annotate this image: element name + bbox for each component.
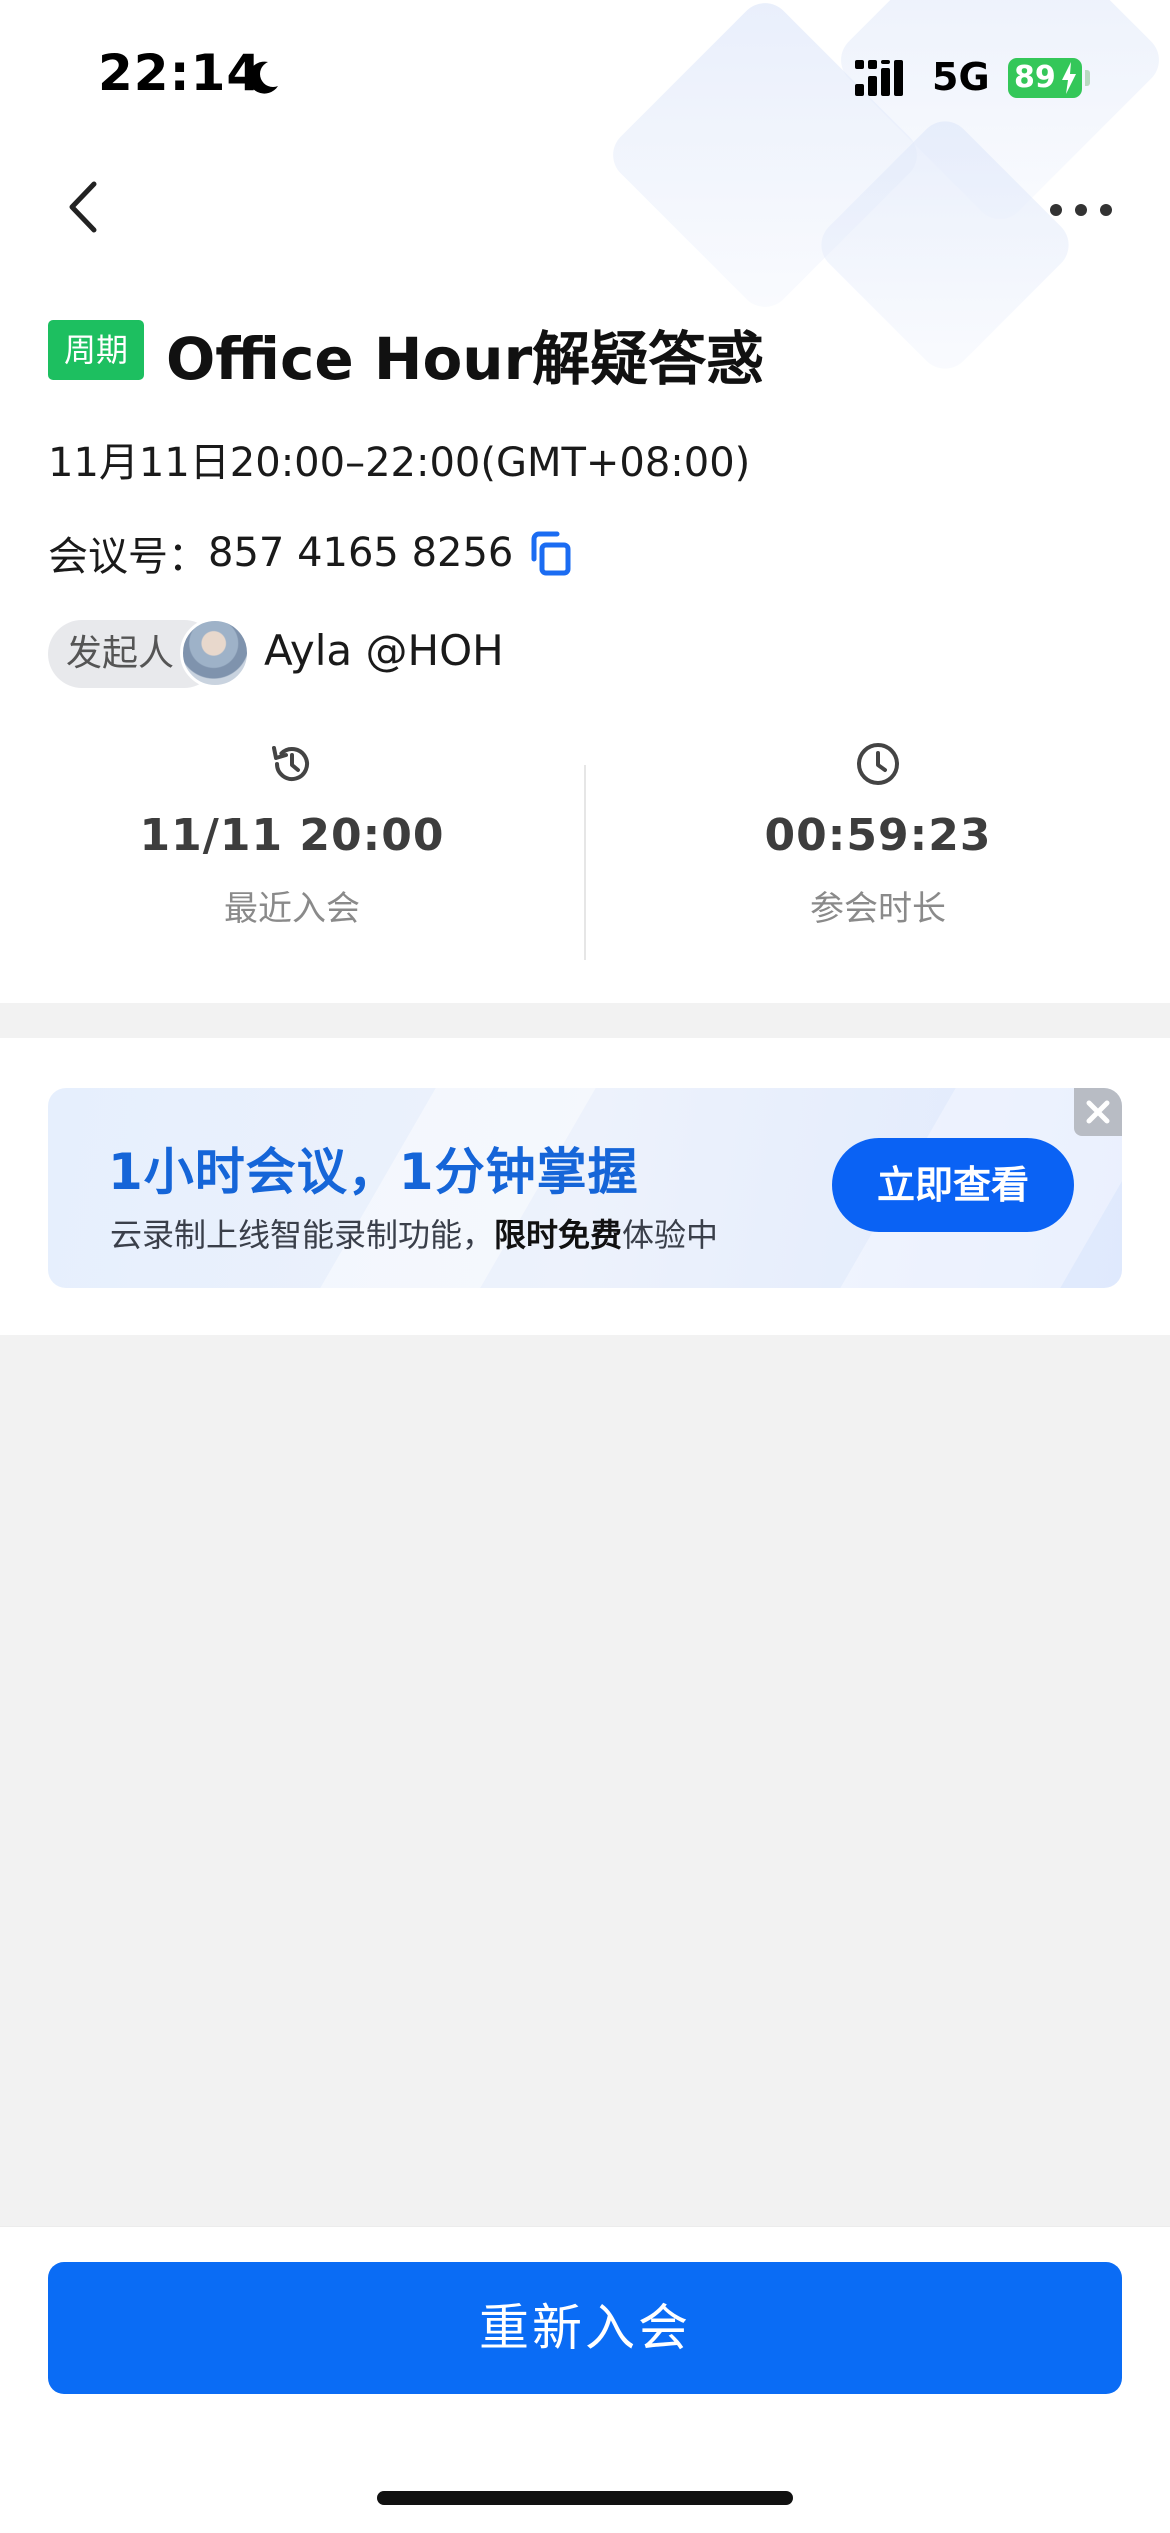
home-indicator[interactable]	[377, 2491, 793, 2505]
stat-value: 00:59:23	[764, 810, 992, 861]
close-icon[interactable]	[1074, 1088, 1122, 1136]
battery-icon: 89	[1008, 58, 1082, 98]
promo-subtitle-text: 体验中	[622, 1216, 719, 1254]
promo-title: 1小时会议，1分钟掌握	[108, 1143, 639, 1201]
stat-duration: 00:59:23 参会时长	[586, 740, 1170, 930]
meeting-header: 22:14 5G 89 周期 Office Hour解疑答惑 11月11日20:…	[0, 0, 1170, 1003]
history-icon	[272, 746, 309, 781]
stat-label: 最近入会	[224, 889, 360, 929]
more-button[interactable]	[1046, 190, 1116, 230]
bottom-bar: 重新入会	[0, 2226, 1170, 2533]
recurring-tag: 周期	[48, 320, 144, 380]
battery-level: 89	[1014, 60, 1056, 95]
meeting-time: 11月11日20:00–22:00(GMT+08:00)	[48, 440, 751, 486]
promo-subtitle-text: 云录制上线智能录制功能，	[110, 1216, 495, 1254]
stat-last-join: 11/11 20:00 最近入会	[0, 740, 584, 930]
copy-icon[interactable]	[529, 529, 573, 577]
promo-subtitle-highlight: 限时免费	[494, 1216, 623, 1254]
clock-icon	[857, 743, 899, 785]
stat-value: 11/11 20:00	[139, 810, 445, 861]
promo-subtitle: 云录制上线智能录制功能，限时免费体验中	[110, 1210, 718, 1256]
meeting-id-label: 会议号：	[48, 534, 208, 580]
moon-icon	[248, 61, 278, 94]
meeting-id-row: 会议号： 857 4165 8256	[48, 524, 573, 582]
network-label: 5G	[932, 55, 990, 99]
charging-icon	[1062, 62, 1076, 94]
page-title: Office Hour解疑答惑	[166, 325, 765, 393]
promo-banner[interactable]: 1小时会议，1分钟掌握 云录制上线智能录制功能，限时免费体验中 立即查看	[48, 1088, 1122, 1288]
stat-label: 参会时长	[810, 889, 946, 929]
view-now-button[interactable]: 立即查看	[832, 1138, 1074, 1232]
back-button[interactable]	[56, 172, 116, 242]
meeting-id-value: 857 4165 8256	[208, 530, 514, 576]
avatar	[180, 618, 250, 688]
status-time: 22:14	[98, 44, 263, 102]
rejoin-button[interactable]: 重新入会	[48, 2262, 1122, 2394]
promo-section: 1小时会议，1分钟掌握 云录制上线智能录制功能，限时免费体验中 立即查看	[0, 1038, 1170, 1335]
signal-icon	[855, 60, 903, 96]
organizer-name: Ayla @HOH	[264, 626, 504, 675]
battery-cap	[1085, 70, 1090, 86]
